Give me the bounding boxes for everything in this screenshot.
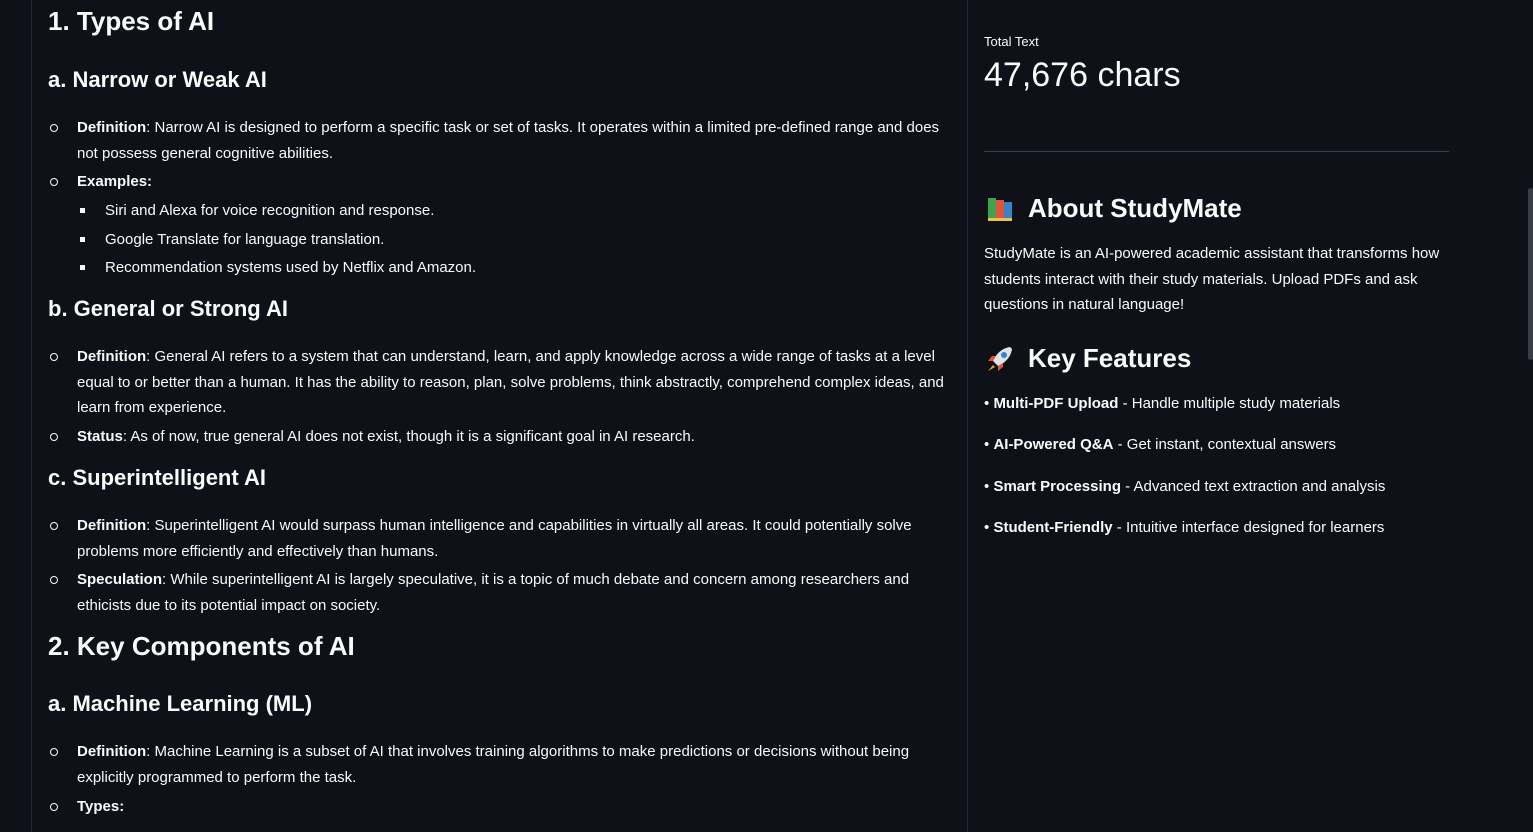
- hollow-bullet-icon: [50, 576, 58, 584]
- status-text: : As of now, true general AI does not ex…: [122, 428, 695, 445]
- section-title-types-of-ai: 1. Types of AI: [48, 6, 215, 36]
- feature-item: • Multi-PDF Upload - Handle multiple stu…: [984, 393, 1340, 415]
- list-item: Google Translate for language translatio…: [77, 227, 947, 252]
- types-label: Types:: [77, 798, 125, 815]
- definition-label: Definition: [77, 743, 147, 760]
- example-text: Google Translate for language translatio…: [105, 231, 385, 248]
- features-heading: Key Features: [984, 343, 1191, 374]
- example-text: Recommendation systems used by Netflix a…: [105, 259, 477, 276]
- definition-text: : General AI refers to a system that can…: [77, 348, 944, 416]
- subsection-title-superintelligent-ai: c. Superintelligent AI: [48, 465, 266, 490]
- definition-label: Definition: [77, 348, 147, 365]
- hollow-bullet-icon: [50, 353, 58, 361]
- feature-item: • Smart Processing - Advanced text extra…: [984, 476, 1385, 498]
- metric-label: Total Text: [984, 34, 1039, 49]
- list-item: Definition: Machine Learning is a subset…: [48, 739, 953, 790]
- bullet: •: [984, 395, 990, 412]
- left-border: [31, 0, 32, 832]
- divider: [984, 151, 1449, 152]
- feature-name: Smart Processing: [993, 478, 1121, 495]
- definition-text: : Superintelligent AI would surpass huma…: [77, 517, 912, 560]
- feature-name: Student-Friendly: [993, 519, 1113, 536]
- list-item: Types:: [48, 794, 953, 820]
- subsection-title-general-ai: b. General or Strong AI: [48, 296, 288, 321]
- about-title: About StudyMate: [1028, 193, 1242, 223]
- feature-name: Multi-PDF Upload: [993, 395, 1119, 412]
- hollow-bullet-icon: [50, 178, 58, 186]
- example-text: Siri and Alexa for voice recognition and…: [105, 202, 435, 219]
- list-item: Speculation: While superintelligent AI i…: [48, 567, 953, 618]
- feature-desc: - Handle multiple study materials: [1118, 395, 1341, 412]
- definition-text: : Machine Learning is a subset of AI tha…: [77, 743, 910, 786]
- square-bullet-icon: [80, 265, 85, 270]
- list-item: Definition: Narrow AI is designed to per…: [48, 115, 953, 166]
- metric-value: 47,676 chars: [984, 56, 1181, 94]
- rocket-icon: [984, 344, 1016, 374]
- feature-item: • Student-Friendly - Intuitive interface…: [984, 517, 1384, 539]
- column-divider: [967, 0, 968, 832]
- subsection-title-narrow-ai: a. Narrow or Weak AI: [48, 67, 267, 92]
- section-title-key-components: 2. Key Components of AI: [48, 631, 355, 661]
- about-heading: About StudyMate: [984, 193, 1242, 224]
- feature-desc: - Get instant, contextual answers: [1113, 436, 1337, 453]
- feature-desc: - Advanced text extraction and analysis: [1121, 478, 1386, 495]
- about-text: StudyMate is an AI-powered academic assi…: [984, 245, 1440, 313]
- bullet: •: [984, 436, 990, 453]
- main-content: 1. Types of AI a. Narrow or Weak AI Defi…: [48, 0, 953, 832]
- books-icon: [984, 194, 1016, 224]
- definition-text: : Narrow AI is designed to perform a spe…: [77, 119, 940, 162]
- list-item: Examples:: [48, 169, 953, 195]
- status-label: Status: [77, 428, 123, 445]
- list-item: Status: As of now, true general AI does …: [48, 424, 953, 450]
- subsection-title-machine-learning: a. Machine Learning (ML): [48, 691, 313, 716]
- bullet: •: [984, 478, 990, 495]
- list-item: Definition: Superintelligent AI would su…: [48, 513, 953, 564]
- hollow-bullet-icon: [50, 803, 58, 811]
- sidebar: Total Text 47,676 chars About StudyMate …: [984, 0, 1449, 832]
- speculation-text: : While superintelligent AI is largely s…: [77, 571, 910, 614]
- definition-label: Definition: [77, 517, 147, 534]
- feature-desc: - Intuitive interface designed for learn…: [1112, 519, 1385, 536]
- hollow-bullet-icon: [50, 124, 58, 132]
- hollow-bullet-icon: [50, 433, 58, 441]
- bullet: •: [984, 519, 990, 536]
- hollow-bullet-icon: [50, 522, 58, 530]
- features-title: Key Features: [1028, 343, 1192, 373]
- square-bullet-icon: [80, 237, 85, 242]
- feature-name: AI-Powered Q&A: [993, 436, 1114, 453]
- app-page: 1. Types of AI a. Narrow or Weak AI Defi…: [0, 0, 1533, 832]
- examples-label: Examples:: [77, 173, 153, 190]
- list-item: Definition: General AI refers to a syste…: [48, 344, 953, 421]
- list-item: Recommendation systems used by Netflix a…: [77, 255, 947, 280]
- scrollbar-thumb[interactable]: [1528, 188, 1533, 360]
- hollow-bullet-icon: [50, 748, 58, 756]
- speculation-label: Speculation: [77, 571, 163, 588]
- definition-label: Definition: [77, 119, 147, 136]
- list-item: Siri and Alexa for voice recognition and…: [77, 198, 947, 223]
- square-bullet-icon: [80, 208, 85, 213]
- feature-item: • AI-Powered Q&A - Get instant, contextu…: [984, 434, 1336, 456]
